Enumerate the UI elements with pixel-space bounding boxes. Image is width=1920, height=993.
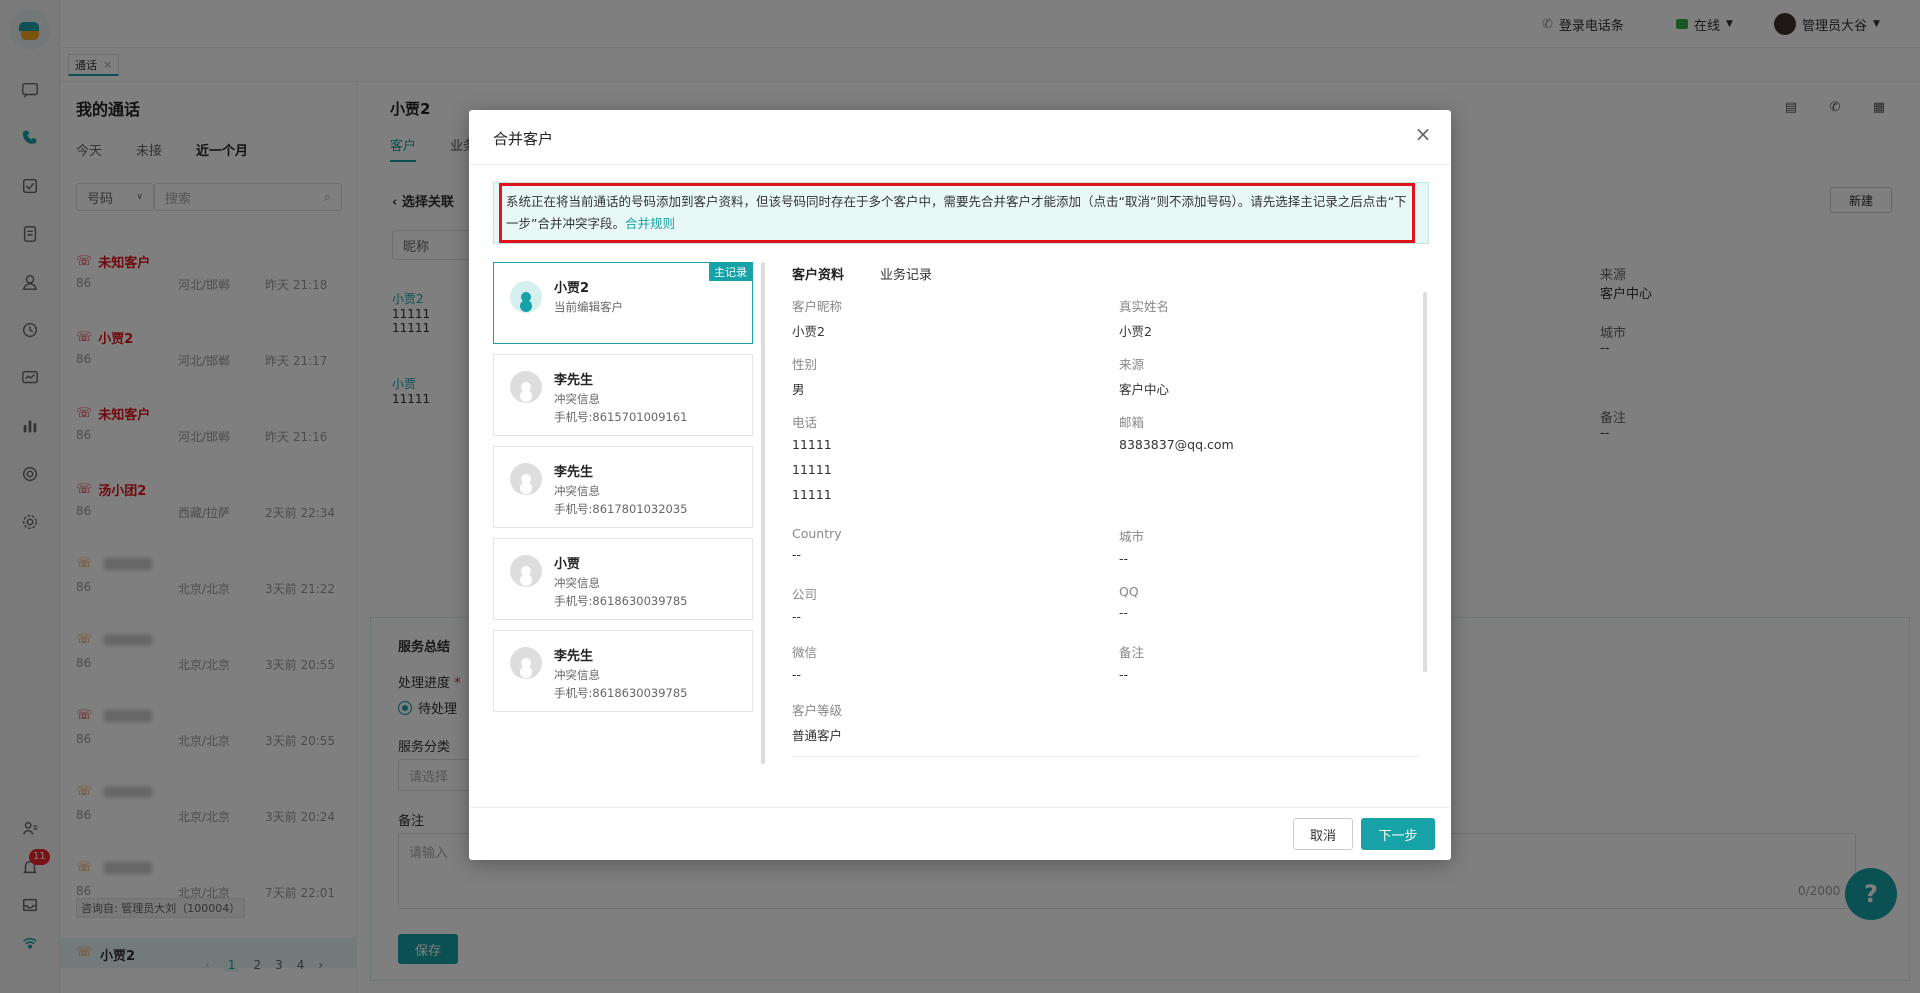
divider — [792, 756, 1420, 757]
cancel-button[interactable]: 取消 — [1293, 818, 1353, 850]
field-realname: 真实姓名 小贾2 — [1119, 299, 1170, 339]
tab-customer-profile[interactable]: 客户资料 — [792, 264, 844, 283]
merge-customer-dialog: 合并客户 × 系统正在将当前通话的号码添加到客户资料，但该号码同时存在于多个客户… — [469, 110, 1451, 860]
record-phone: 手机号:8617801032035 — [554, 502, 688, 516]
avatar-user-icon — [510, 371, 542, 403]
field-email: 邮箱 8383837@qq.com — [1119, 415, 1234, 452]
field-qq: QQ -- — [1119, 584, 1139, 620]
field-city: 城市 -- — [1119, 529, 1145, 566]
record-name: 李先生 — [554, 649, 594, 664]
field-wechat: 微信 -- — [792, 645, 818, 682]
field-company: 公司 -- — [792, 587, 818, 624]
merge-record-card[interactable]: 小贾2 当前编辑客户 主记录 — [493, 262, 753, 344]
record-phone: 手机号:8618630039785 — [554, 594, 688, 608]
tab-business-records[interactable]: 业务记录 — [880, 264, 932, 283]
record-phone: 手机号:8615701009161 — [554, 410, 688, 424]
field-remark: 备注 -- — [1119, 645, 1145, 682]
field-gender: 性别男 — [792, 357, 818, 397]
field-phone: 电话 11111 11111 11111 — [792, 415, 832, 502]
avatar-user-icon — [510, 555, 542, 587]
dialog-title: 合并客户 — [493, 130, 554, 148]
divider — [469, 807, 1451, 808]
next-step-button[interactable]: 下一步 — [1361, 818, 1435, 850]
record-name: 小贾 — [554, 557, 581, 572]
merge-record-card[interactable]: 李先生冲突信息手机号:8617801032035 — [493, 446, 753, 528]
avatar-user-icon — [510, 647, 542, 679]
field-source: 来源 客户中心 — [1119, 357, 1170, 397]
avatar-user-icon — [510, 463, 542, 495]
detail-scrollbar[interactable] — [1423, 292, 1427, 672]
record-name: 李先生 — [554, 373, 594, 388]
record-subtitle: 冲突信息 — [554, 668, 600, 682]
divider — [469, 164, 1451, 165]
record-phone: 手机号:8618630039785 — [554, 686, 688, 700]
close-icon[interactable]: × — [1411, 122, 1435, 146]
merge-record-card[interactable]: 李先生冲突信息手机号:8618630039785 — [493, 630, 753, 712]
merge-record-card[interactable]: 小贾冲突信息手机号:8618630039785 — [493, 538, 753, 620]
record-subtitle: 当前编辑客户 — [554, 300, 623, 314]
record-name: 小贾2 — [554, 281, 590, 296]
record-list: 小贾2 当前编辑客户 主记录 李先生 冲突信息 手机号:8615701009161 李先生冲… — [493, 262, 753, 782]
main-record-badge: 主记录 — [709, 263, 752, 281]
field-level: 客户等级 普通客户 — [792, 703, 843, 743]
record-subtitle: 冲突信息 — [554, 392, 600, 406]
record-name: 李先生 — [554, 465, 594, 480]
record-list-scrollbar[interactable] — [761, 262, 765, 764]
field-nickname: 客户昵称 小贾2 — [792, 299, 843, 339]
record-subtitle: 冲突信息 — [554, 484, 600, 498]
merge-record-card[interactable]: 李先生冲突信息手机号:8615701009161 — [493, 354, 753, 436]
avatar-user-icon — [510, 281, 542, 313]
highlight-box — [499, 183, 1415, 243]
record-subtitle: 冲突信息 — [554, 576, 600, 590]
field-country: Country -- — [792, 526, 842, 562]
